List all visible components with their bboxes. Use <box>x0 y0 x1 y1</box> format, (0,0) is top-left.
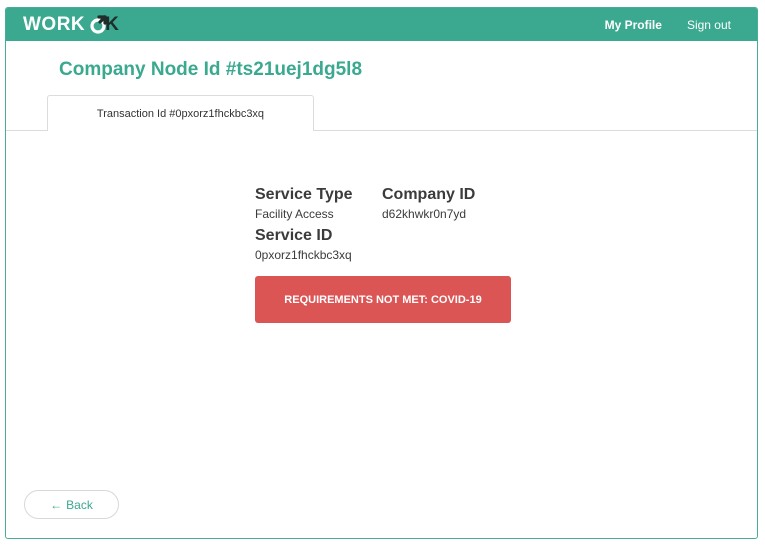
company-id-label: Company ID <box>382 186 476 203</box>
page-title: Company Node Id #ts21uej1dg5l8 <box>59 59 363 80</box>
service-id-value: 0pxorz1fhckbc3xq <box>255 248 352 262</box>
status-banner: REQUIREMENTS NOT MET: COVID-19 <box>255 276 511 323</box>
tab-transaction[interactable]: Transaction Id #0pxorz1fhckbc3xq <box>47 95 314 131</box>
logo-text-left: WORK <box>23 14 86 35</box>
service-type-value: Facility Access <box>255 207 334 221</box>
logo-text-right: K <box>105 14 120 35</box>
status-message: REQUIREMENTS NOT MET: COVID-19 <box>284 293 482 306</box>
my-profile-link[interactable]: My Profile <box>605 18 662 32</box>
back-button[interactable]: ← Back <box>24 490 119 519</box>
tab-label: Transaction Id #0pxorz1fhckbc3xq <box>96 107 265 120</box>
logo[interactable]: WORK K <box>23 13 119 37</box>
sign-out-link[interactable]: Sign out <box>687 18 731 32</box>
service-id-label: Service ID <box>255 227 333 244</box>
company-id-value: d62khwkr0n7yd <box>382 207 467 221</box>
arrow-left-icon: ← <box>50 497 63 512</box>
top-nav: My Profile Sign out <box>605 8 731 41</box>
back-button-label: Back <box>66 497 93 512</box>
app-window: WORK K My Profile Sign out Company Node … <box>5 7 758 539</box>
top-navbar: WORK K My Profile Sign out <box>6 8 757 41</box>
service-type-label: Service Type <box>255 186 353 203</box>
